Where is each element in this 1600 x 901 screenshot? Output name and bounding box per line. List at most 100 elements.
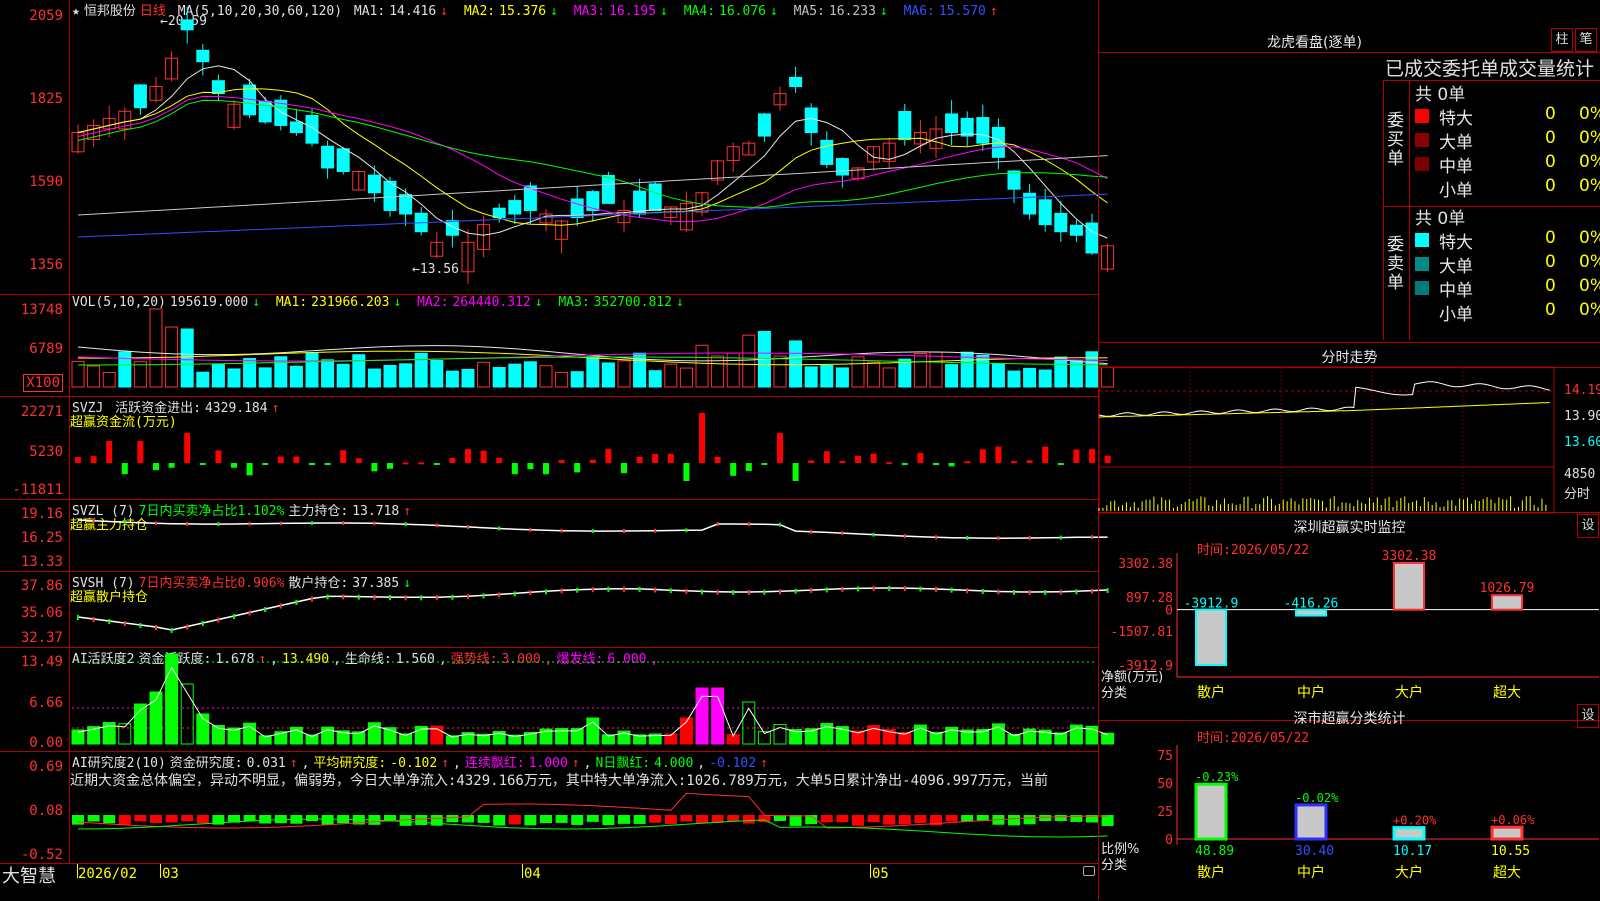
intraday-chart[interactable]: [1098, 343, 1600, 514]
money-flow-bar: [121, 463, 128, 475]
sell-row-s[interactable]: 小单00%: [1415, 300, 1600, 325]
sell-row-xl[interactable]: 特大00%: [1415, 228, 1600, 253]
research-bar: [415, 815, 428, 825]
classify-bar-chart[interactable]: 75 50 25 0 -0.23% 48.89 散户 -0.02% 30.40 中户 +0.20% 1…: [1099, 721, 1600, 901]
research-line: [77, 792, 1108, 829]
candle: [898, 111, 912, 141]
ai-activity-panel[interactable]: 13.49 6.66 0.00 AI活跃度2资金活跃度:1.678↑,13.49…: [0, 648, 1115, 752]
longhu-subtitle: 已成交委托单成交量统计: [1385, 58, 1595, 80]
research-bar: [649, 815, 662, 823]
money-flow-bar: [1026, 460, 1033, 463]
sell-side-label: 委卖单: [1387, 235, 1404, 293]
kline-panel[interactable]: 2059 1825 1590 1356 ★ 恒邦股份 日线 MA(5,10,20,3…: [0, 0, 1115, 295]
volume-bar: [399, 363, 413, 388]
sell-row-m[interactable]: 中单00%: [1415, 276, 1600, 301]
position-tick: [810, 529, 813, 534]
buy-row-s[interactable]: 小单00%: [1415, 176, 1600, 201]
position-tick: [591, 529, 594, 534]
money-flow-bar: [262, 463, 269, 465]
svzl-panel[interactable]: 19.16 16.25 13.33 SVZL (7) 7日内买卖净占比1.102%…: [0, 500, 1108, 572]
money-flow-bar: [1089, 449, 1095, 463]
ai-research-chart[interactable]: [0, 752, 1114, 864]
x-label: 05: [872, 866, 889, 882]
candlestick-chart[interactable]: [0, 0, 1115, 295]
buy-row-xl[interactable]: 特大00%: [1415, 104, 1600, 129]
net-amount-bar: [1393, 562, 1425, 611]
bar-value-label: 1026.79: [1480, 581, 1535, 596]
money-flow-bar: [995, 446, 1002, 463]
svzj-chart[interactable]: [0, 397, 1111, 500]
category-label: 超大: [1493, 685, 1521, 701]
money-flow-bar: [480, 450, 487, 463]
ratio-value-label: 10.55: [1491, 844, 1530, 859]
buy-row-l[interactable]: 大单00%: [1415, 128, 1600, 153]
research-bar: [680, 815, 693, 822]
money-flow-bar: [870, 453, 877, 463]
candle: [367, 174, 381, 194]
position-tick: [404, 595, 407, 601]
svzl-chart[interactable]: [0, 500, 1108, 572]
volume-bar: [461, 368, 475, 388]
position-tick: [186, 624, 189, 630]
position-tick: [966, 535, 969, 540]
money-flow-bar: [652, 453, 659, 463]
lock-icon[interactable]: [1083, 866, 1095, 876]
candle: [399, 194, 413, 215]
ai-research-panel[interactable]: 0.69 0.08 -0.52 AI研究度2(10) 资金研究度: 0.031 ↑, 平…: [0, 752, 1114, 864]
research-bar: [1054, 815, 1067, 822]
candle: [492, 207, 506, 219]
research-bar: [836, 815, 849, 823]
bar-view-button[interactable]: 柱: [1551, 28, 1573, 52]
position-tick: [903, 586, 906, 592]
monitor-panel[interactable]: 深圳超赢实时监控 设 时间:2026/05/22 3302.38 897.28 0-…: [1098, 512, 1600, 720]
brand-logo[interactable]: 大智慧: [2, 862, 56, 888]
classify-y-label: 比例%: [1101, 842, 1139, 857]
classify-panel[interactable]: 深市超赢分类统计 设 时间:2026/05/22 75 50 25 0 -0.23% 48…: [1098, 704, 1600, 901]
money-flow-bar: [527, 463, 534, 470]
volume-bar: [336, 363, 350, 388]
sell-row-l[interactable]: 大单00%: [1415, 252, 1600, 277]
money-flow-bar: [340, 450, 347, 463]
candle: [196, 49, 210, 63]
position-tick: [716, 589, 719, 595]
category-label: 大户: [1395, 684, 1423, 701]
money-flow-bar: [465, 449, 471, 463]
money-flow-bar: [808, 460, 815, 463]
volume-panel[interactable]: 13748 6789 X100 VOL(5,10,20) 195619.000 ↓ …: [0, 295, 1115, 397]
monitor-x-label: 分类: [1101, 686, 1127, 701]
volume-bar: [851, 356, 865, 388]
position-tick: [92, 518, 95, 523]
volume-bar: [773, 355, 787, 388]
candle: [289, 121, 303, 134]
svsh-panel[interactable]: 37.86 35.06 32.37 SVSH (7) 7日内买卖净占比0.906%…: [0, 572, 1109, 648]
volume-bar: [383, 364, 397, 388]
volume-bar: [617, 360, 631, 388]
tick-view-button[interactable]: 笔: [1575, 28, 1597, 52]
buy-row-m[interactable]: 中单00%: [1415, 152, 1600, 177]
x-axis-bar: 大智慧 2026/02 03 04 05: [0, 864, 1098, 900]
sell-total: 共 0单: [1415, 209, 1466, 229]
candle: [1038, 199, 1052, 226]
position-tick: [810, 588, 813, 594]
position-tick: [669, 588, 672, 594]
research-bar: [321, 815, 334, 825]
position-tick: [420, 595, 423, 601]
candle: [133, 84, 147, 109]
position-tick: [981, 588, 984, 594]
position-tick: [170, 628, 173, 633]
money-flow-bar: [777, 433, 783, 463]
position-tick: [685, 588, 688, 594]
svsh-chart[interactable]: [0, 572, 1109, 648]
volume-chart[interactable]: [0, 295, 1115, 397]
research-bar: [633, 815, 646, 824]
position-tick: [623, 529, 625, 534]
volume-bar: [679, 367, 693, 388]
x-label: 04: [524, 866, 541, 882]
classify-ytick: 50: [1157, 777, 1173, 792]
monitor-bar-chart[interactable]: 3302.38897.280-1507.81-3912.9-3912.9散户-4…: [1099, 513, 1600, 721]
svzj-panel[interactable]: 22271 5230 -11811 SVZJ 活跃资金进出: 4329.184 ↑ …: [0, 397, 1111, 500]
intraday-panel[interactable]: 分时走势 14.19 13.90 13.60 4850 分时: [1098, 342, 1600, 514]
volume-bar: [929, 351, 943, 388]
money-flow-bar: [667, 453, 674, 463]
ai-activity-chart[interactable]: [0, 648, 1115, 752]
